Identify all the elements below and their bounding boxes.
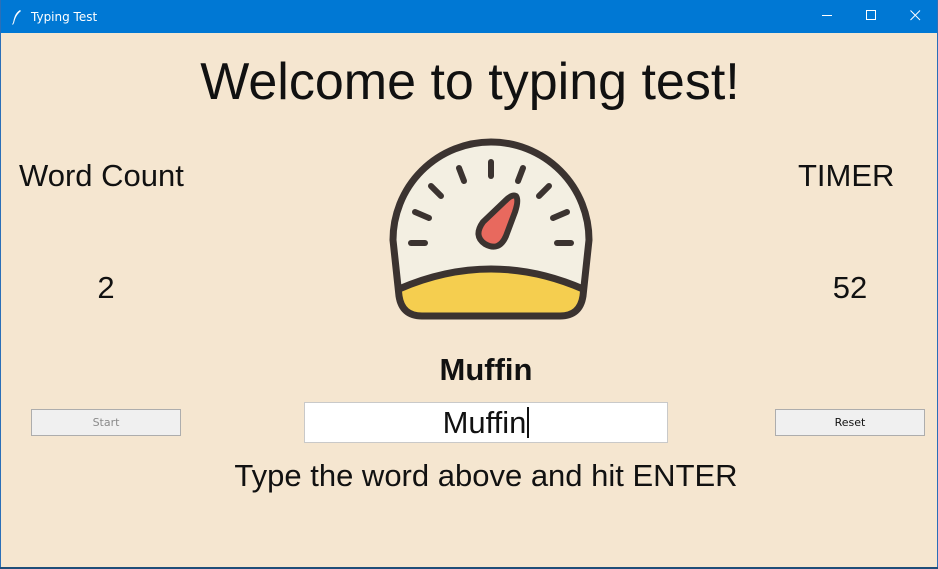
word-count-label: Word Count [19,158,184,193]
timer-label: TIMER [798,158,895,193]
word-entry-field[interactable]: Muffin [304,402,668,443]
maximize-icon [865,8,877,26]
current-word: Muffin [439,352,533,387]
typing-test-window: Typing Test Welcome to typing test! Word… [0,0,938,567]
reset-button[interactable]: Reset [775,409,925,436]
start-button[interactable]: Start [31,409,181,436]
title-bar[interactable]: Typing Test [1,0,937,33]
timer-value: 52 [832,270,868,305]
minimize-button[interactable] [804,0,850,33]
instruction-text: Type the word above and hit ENTER [234,458,738,493]
maximize-button[interactable] [848,0,894,33]
page-title: Welcome to typing test! [200,53,740,111]
feather-icon [11,9,23,25]
close-button[interactable] [892,0,938,33]
text-caret [527,407,530,438]
speedometer-icon [385,138,597,324]
minimize-icon [821,8,833,26]
close-icon [909,8,921,26]
word-count-value: 2 [97,270,115,305]
entry-value: Muffin [442,405,527,440]
window-title: Typing Test [31,10,98,24]
